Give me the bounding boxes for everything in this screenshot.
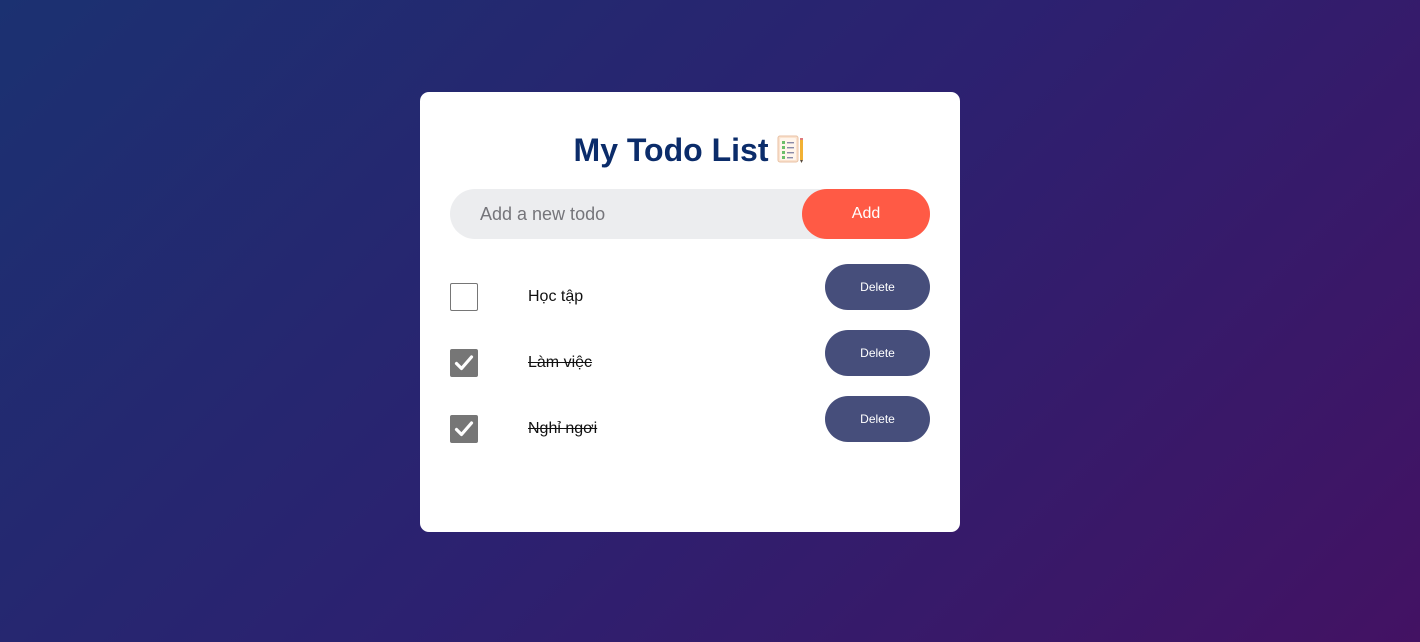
todo-checkbox[interactable]: [450, 415, 478, 443]
page-title: My Todo List: [573, 132, 769, 168]
todo-item: Làm việc Delete: [450, 330, 930, 396]
todo-text: Làm việc: [528, 354, 593, 371]
header: My Todo List: [420, 128, 960, 172]
todo-checkbox[interactable]: [450, 349, 478, 377]
todo-checkbox[interactable]: [450, 283, 478, 311]
new-todo-input[interactable]: [450, 189, 802, 239]
todo-text: Nghỉ ngơi: [528, 420, 598, 437]
todo-card: My Todo List Add Học tập Dele: [420, 92, 960, 532]
delete-button[interactable]: Delete: [825, 264, 930, 310]
checkmark-icon: [454, 421, 474, 437]
todo-item: Nghỉ ngơi Delete: [450, 396, 930, 462]
todo-text: Học tập: [528, 288, 584, 305]
delete-button[interactable]: Delete: [825, 330, 930, 376]
notepad-checklist-icon: [776, 134, 806, 164]
add-button[interactable]: Add: [802, 189, 930, 239]
todo-list: Học tập Delete Làm việc Delete Nghỉ ngơi…: [450, 264, 930, 462]
delete-button[interactable]: Delete: [825, 396, 930, 442]
todo-item: Học tập Delete: [450, 264, 930, 330]
checkmark-icon: [454, 355, 474, 371]
new-todo-form: Add: [450, 189, 930, 239]
